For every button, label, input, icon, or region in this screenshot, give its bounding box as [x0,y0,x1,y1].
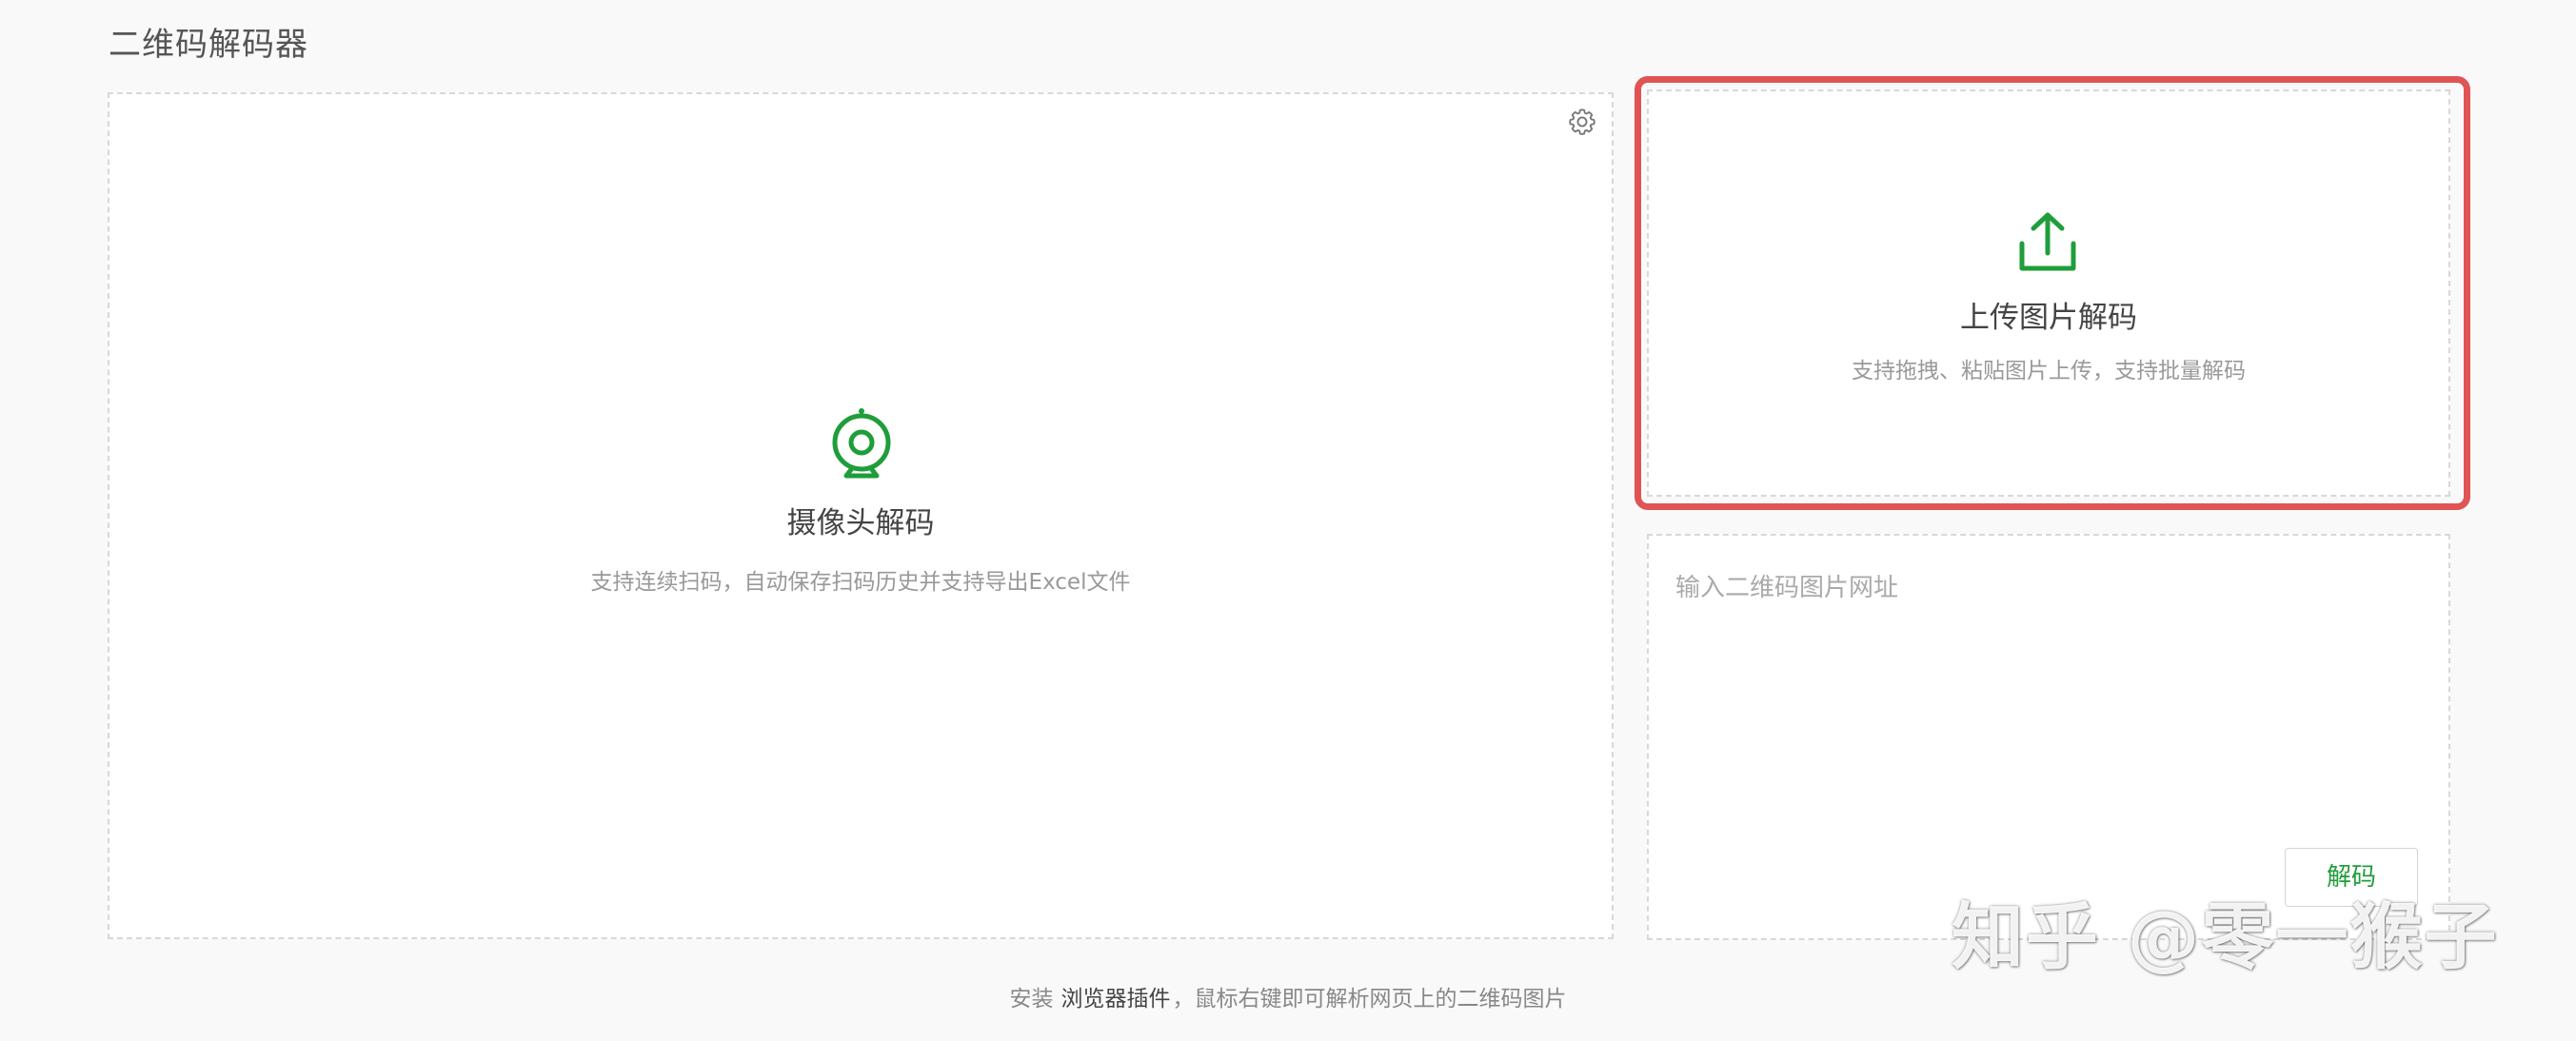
footer-note: 安装 浏览器插件，鼠标右键即可解析网页上的二维码图片 [0,982,2576,1016]
browser-extension-link[interactable]: 浏览器插件 [1061,987,1171,1012]
page-title: 二维码解码器 [109,26,308,64]
footer-suffix: ，鼠标右键即可解析网页上的二维码图片 [1172,987,1567,1012]
camera-decode-title: 摄像头解码 [786,506,935,540]
footer-prefix: 安装 [1009,987,1054,1012]
watermark: 知乎 @零一猴子 [1952,894,2499,979]
upload-icon [2019,212,2076,271]
highlight-box [1635,76,2470,510]
camera-decode-description: 支持连续扫码，自动保存扫码历史并支持导出Excel文件 [590,570,1131,595]
webcam-icon [832,408,891,479]
gear-icon[interactable] [1567,107,1597,137]
upload-decode-title: 上传图片解码 [1960,301,2137,335]
image-url-input[interactable] [1662,554,2433,839]
upload-decode-description: 支持拖拽、粘贴图片上传，支持批量解码 [1852,359,2246,383]
